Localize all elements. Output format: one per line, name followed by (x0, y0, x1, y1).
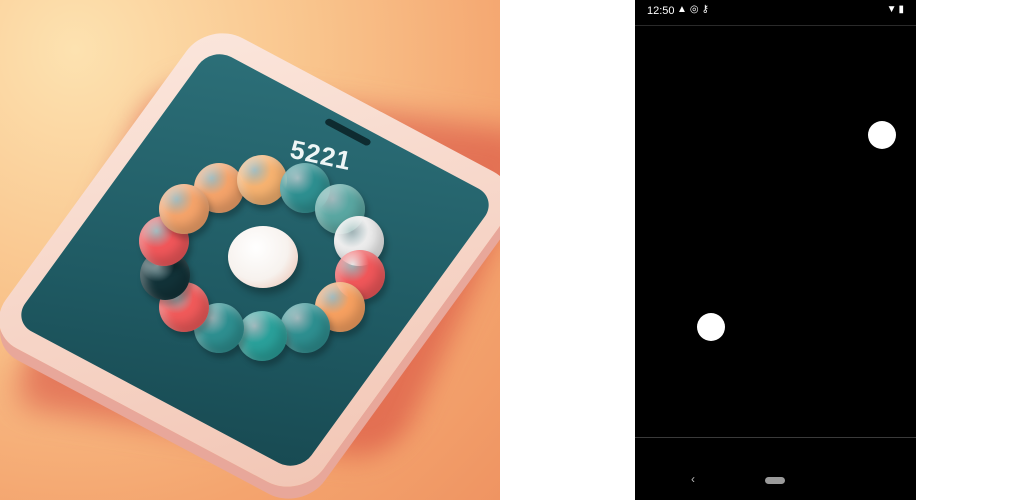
bead (236, 155, 287, 205)
ball[interactable] (697, 313, 725, 341)
status-icons-left: ▲◎⚷ (677, 4, 712, 15)
game-area[interactable] (635, 26, 916, 436)
status-time: 12:50 (647, 5, 675, 17)
device-screen: 12:50 ▲◎⚷ ▼▮ ‹ (635, 0, 916, 500)
warning-icon: ▲ (677, 4, 690, 15)
bead (237, 310, 288, 361)
status-bar: 12:50 ▲◎⚷ ▼▮ (635, 0, 916, 24)
key-icon: ⚷ (701, 4, 712, 15)
navigation-bar: ‹ (635, 438, 916, 500)
ball[interactable] (868, 121, 896, 149)
bead (158, 184, 209, 235)
center-ball (228, 226, 298, 288)
battery-icon: ▮ (898, 4, 906, 15)
home-button[interactable] (765, 477, 785, 484)
status-icons-right: ▼▮ (887, 4, 906, 15)
promo-artwork: 5221 (0, 0, 500, 500)
sync-icon: ◎ (689, 4, 702, 15)
back-button[interactable]: ‹ (691, 472, 695, 486)
wifi-icon: ▼ (886, 4, 899, 15)
